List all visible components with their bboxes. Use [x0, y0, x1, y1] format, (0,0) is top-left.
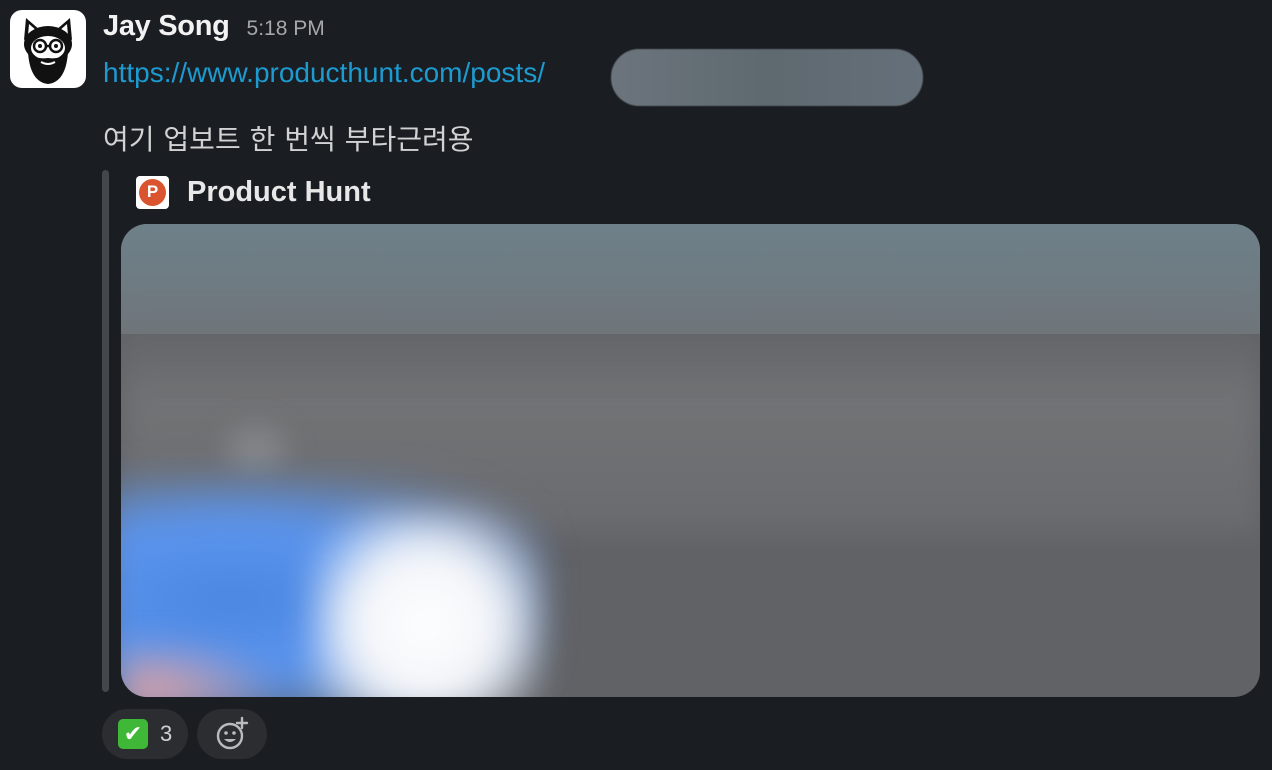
- reactions-bar: ✔ 3: [102, 709, 268, 759]
- white-check-mark-icon: ✔: [118, 719, 148, 749]
- add-reaction-icon: [217, 716, 249, 750]
- sender-name[interactable]: Jay Song: [103, 10, 230, 43]
- preview-blur-white: [311, 509, 541, 697]
- message-timestamp[interactable]: 5:18 PM: [247, 17, 325, 41]
- message-container: Jay Song 5:18 PM https://www.producthunt…: [0, 0, 1272, 770]
- attachment-service-header: P Product Hunt: [136, 172, 371, 212]
- link-preview-image[interactable]: [121, 224, 1260, 697]
- reaction-check-mark[interactable]: ✔ 3: [102, 709, 189, 759]
- add-reaction-button[interactable]: [197, 709, 268, 759]
- user-avatar[interactable]: [10, 10, 86, 88]
- attachment-service-name[interactable]: Product Hunt: [187, 176, 371, 209]
- message-header: Jay Song 5:18 PM: [103, 10, 325, 50]
- attachment-left-bar: [102, 170, 109, 692]
- message-body: 여기 업보트 한 번씩 부타근려용: [103, 123, 474, 156]
- product-hunt-logo-letter: P: [139, 178, 166, 206]
- product-hunt-logo-icon: P: [136, 175, 169, 209]
- reaction-count: 3: [160, 721, 173, 746]
- redacted-link-segment: [611, 49, 923, 106]
- preview-blur-pink: [121, 634, 281, 697]
- product-hunt-link[interactable]: https://www.producthunt.com/posts/: [103, 57, 545, 89]
- preview-blur-spot: [211, 414, 301, 484]
- avatar-illustration-icon: [24, 18, 72, 84]
